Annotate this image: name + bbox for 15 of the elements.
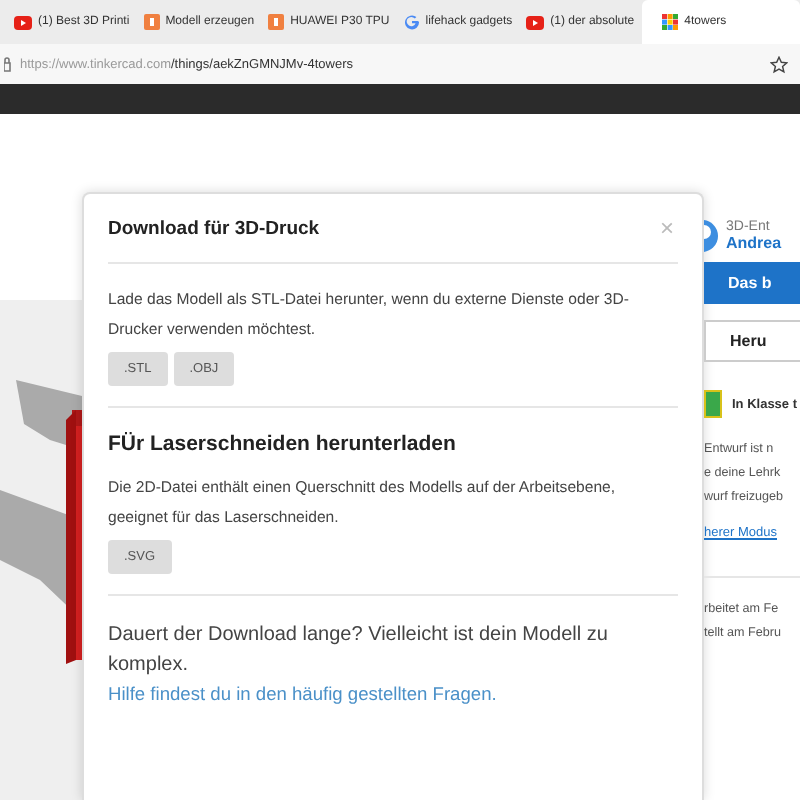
g-icon xyxy=(403,14,420,30)
primary-button[interactable]: Das b xyxy=(704,262,800,304)
app-icon xyxy=(143,14,160,30)
lock-icon xyxy=(4,56,12,72)
section-heading: FÜr Laserschneiden herunterladen xyxy=(108,432,458,456)
star-icon[interactable] xyxy=(770,55,788,73)
grid-icon xyxy=(662,14,679,30)
app-icon xyxy=(268,14,285,30)
secondary-button[interactable]: Heru xyxy=(704,320,800,362)
dialog-title: Download für 3D-Druck xyxy=(108,217,320,239)
author-link[interactable]: Andrea xyxy=(726,234,782,252)
video-icon xyxy=(526,15,545,29)
classroom-icon xyxy=(704,390,722,418)
hint-text: Dauert der Download lange? Vielleicht ist dein Modell zu komplex. xyxy=(108,622,610,680)
video-icon xyxy=(14,15,32,29)
